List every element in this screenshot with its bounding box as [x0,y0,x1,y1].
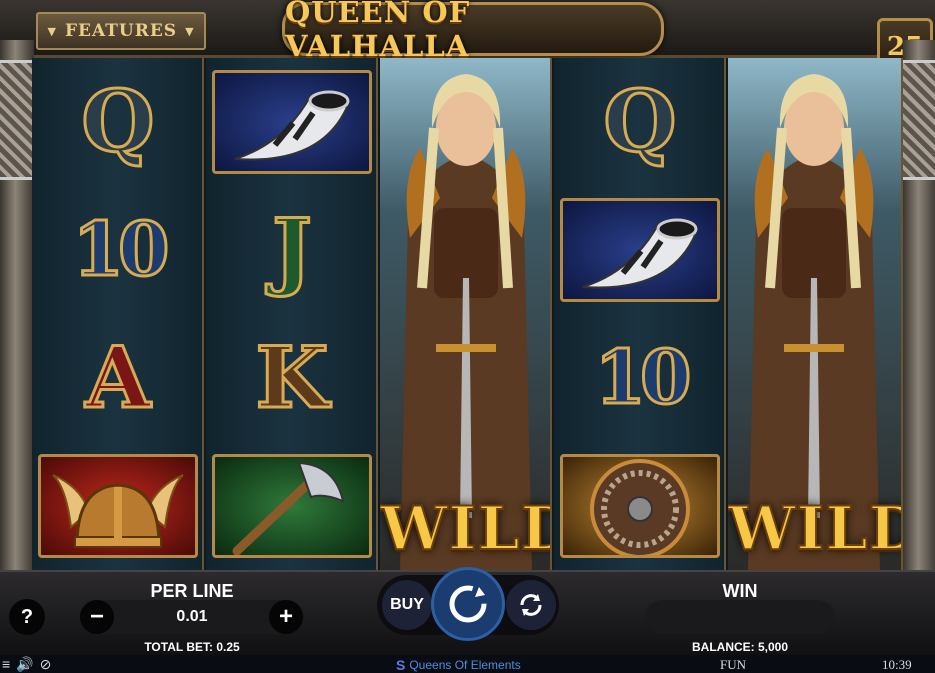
reel-1: Q 10 A [32,58,204,570]
pillar-band [0,60,34,180]
reels-area: Q 10 A J K WIL Q 10 WILD [32,58,903,570]
symbol-a: A [84,328,152,427]
decrease-bet-button[interactable]: − [80,600,114,634]
symbol-k: K [254,328,330,427]
turbo-icon[interactable]: ⊘ [40,656,52,673]
game-title-plate: QUEEN OF VALHALLA [282,0,664,63]
symbol-cell [32,442,204,570]
symbol-cell [206,442,378,570]
right-pillar [903,40,935,585]
features-label: FEATURES [64,21,178,41]
menu-icon[interactable]: ≡ [2,656,10,672]
slot-game-screen: ▼ FEATURES ▼ QUEEN OF VALHALLA 25 Q 10 A [0,0,935,673]
balance: BALANCE: 5,000 [691,640,789,654]
symbol-q: Q [80,72,156,171]
reel-2: J K [206,58,378,570]
symbol-cell [554,186,726,314]
clock: 10:39 [882,657,912,672]
features-button[interactable]: ▼ FEATURES ▼ [36,12,206,50]
triangle-down-icon: ▼ [185,24,195,38]
play-mode: FUN [720,657,747,672]
viking-helmet-icon [38,454,198,558]
autoplay-icon [520,594,542,616]
per-line-value: 0.01 [176,608,208,625]
symbol-cell: 10 [32,186,204,314]
status-bar: ≡ 🔊 ⊘ S Queens Of Elements FUN 10:39 [0,655,935,673]
symbol-10: 10 [71,207,171,293]
game-title: QUEEN OF VALHALLA [285,0,471,63]
wild-symbol: WILD [728,493,903,565]
symbol-cell: 10 [554,314,726,442]
buy-bonus-button[interactable]: BUY [382,580,432,630]
spin-button[interactable] [431,567,505,641]
drinking-horn-icon [212,70,372,174]
battle-axe-icon [212,454,372,558]
symbol-cell [554,442,726,570]
provider-logo-icon: S [396,657,406,673]
win-label: WIN [722,581,758,601]
status-icons: ≡ 🔊 ⊘ [2,655,51,673]
reel-5: WILD [728,58,903,570]
symbol-cell: Q [32,58,204,186]
sound-icon[interactable]: 🔊 [16,656,33,673]
symbol-cell: K [206,314,378,442]
symbol-cell: Q [554,58,726,186]
symbol-cell: J [206,186,378,314]
symbol-j: J [271,200,314,299]
provider: S Queens Of Elements [396,657,521,673]
symbol-10: 10 [593,335,693,421]
reel-4: Q 10 [554,58,726,570]
drinking-horn-icon [560,198,720,302]
provider-name: Queens Of Elements [409,658,521,672]
left-pillar [0,40,34,585]
pillar-band [903,60,935,180]
total-bet: TOTAL BET: 0.25 [144,640,240,654]
symbol-cell: A [32,314,204,442]
wild-symbol: WILD [380,493,550,565]
autoplay-button[interactable] [506,580,556,630]
rune-shield-icon [560,454,720,558]
win-display [645,600,835,634]
increase-bet-button[interactable]: + [269,600,303,634]
triangle-down-icon: ▼ [47,24,57,38]
symbol-q: Q [602,72,678,171]
reel-3: WILD [380,58,552,570]
help-button[interactable]: ? [9,599,45,635]
per-line-label: PER LINE [150,581,234,601]
spin-icon [449,585,487,623]
symbol-cell [206,58,378,186]
